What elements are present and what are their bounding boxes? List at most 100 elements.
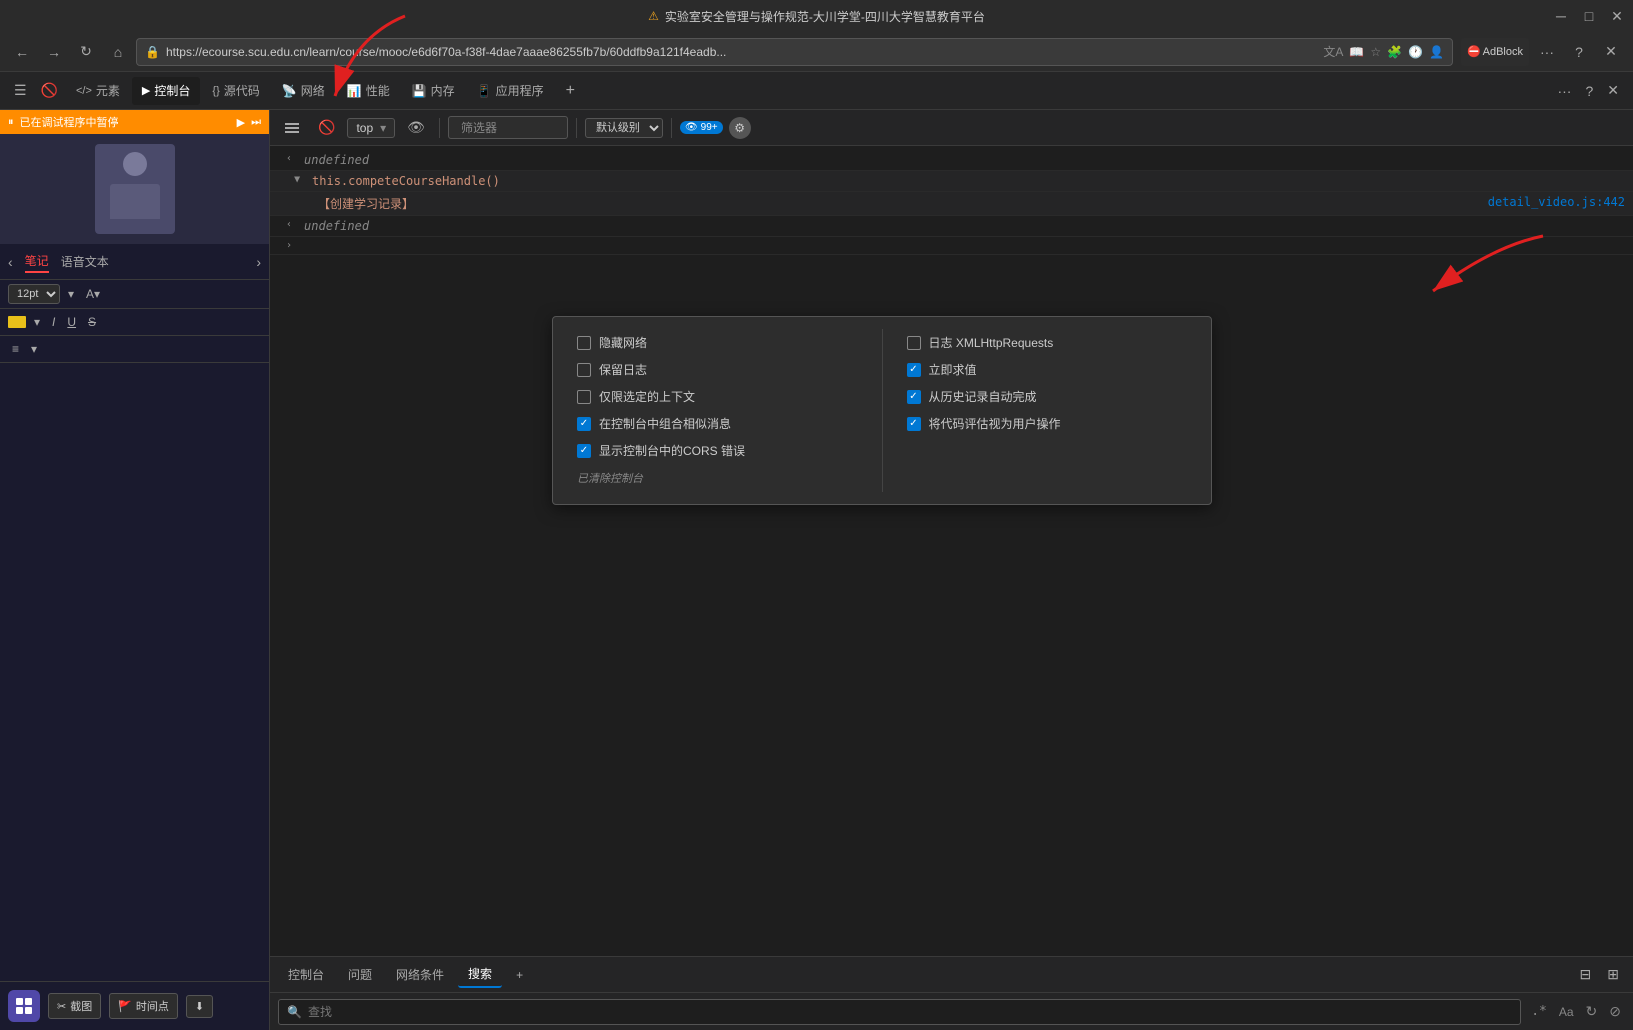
devtools-settings-btn[interactable]: ··· [1551,81,1577,101]
font-dropdown-icon[interactable]: ▾ [64,285,78,303]
devtools-close-btn[interactable]: ✕ [1597,38,1625,66]
tab-memory[interactable]: 💾 内存 [402,77,465,105]
bottom-tab-add[interactable]: + [506,964,533,986]
option-log-xhr[interactable]: 日志 XMLHttpRequests [899,329,1196,356]
highlight-btn[interactable] [8,316,26,328]
panel-resize-btn[interactable]: ⊟ [1574,964,1598,985]
checkbox-hide-network[interactable] [577,336,591,350]
devtools-help-btn[interactable]: ? [1579,81,1599,101]
prohibit-icon[interactable]: 🚫 [35,80,64,101]
favorites-icon[interactable]: ☆ [1370,45,1381,59]
list-btn[interactable]: ≡ [8,340,23,358]
clear-search-btn[interactable]: ⊘ [1605,1001,1625,1022]
back-btn[interactable]: ← [8,38,36,66]
option-cors-errors[interactable]: 显示控制台中的CORS 错误 [569,437,866,464]
checkbox-eager-eval[interactable] [907,363,921,377]
extensions-icon[interactable]: 🧩 [1387,45,1402,59]
refresh-search-btn[interactable]: ↻ [1582,1001,1602,1022]
console-entry-study-record[interactable]: 【创建学习记录】 detail_video.js:442 [270,192,1633,216]
italic-btn[interactable]: I [48,313,59,331]
tab-elements[interactable]: </> 元素 [66,77,130,105]
console-settings-dropdown[interactable]: 隐藏网络 保留日志 仅限选定的上下文 在控制台中组合相似消息 [552,316,1212,505]
expand-arrow-compete[interactable]: ▶ [292,176,303,182]
home-btn[interactable]: ⌂ [104,38,132,66]
tab-application[interactable]: 📱 应用程序 [467,77,554,105]
checkbox-cors-errors[interactable] [577,444,591,458]
checkbox-group-similar[interactable] [577,417,591,431]
nav-next[interactable]: › [256,254,261,270]
refresh-btn[interactable]: ↻ [72,38,100,66]
font-color-btn[interactable]: A▾ [82,285,104,303]
screenshot-btn[interactable]: ✂ 截图 [48,993,101,1019]
tab-performance[interactable]: 📊 性能 [337,77,400,105]
panel-expand-btn[interactable]: ⊞ [1601,964,1625,985]
eye-btn[interactable]: 👁 [401,117,431,138]
console-group-undefined-2[interactable]: ‹ undefined [270,216,1633,237]
option-autocomplete-history[interactable]: 从历史记录自动完成 [899,383,1196,410]
tab-network[interactable]: 📡 网络 [272,77,335,105]
tab-voice-text[interactable]: 语音文本 [61,251,109,272]
apps-icon-btn[interactable] [8,990,40,1022]
more-btn[interactable]: ··· [1533,38,1561,66]
timestamp-btn[interactable]: 🚩 时间点 [109,993,178,1019]
context-selector[interactable]: top ▾ [347,118,395,138]
clear-console-btn[interactable]: 🚫 [312,117,341,138]
profile-icon[interactable]: 👤 [1429,45,1444,59]
source-link[interactable]: detail_video.js:442 [1488,195,1625,209]
log-level-select[interactable]: 默认级别 [585,118,663,138]
search-input-wrap[interactable]: 🔍 [278,999,1521,1025]
filter-input[interactable]: 筛选器 [448,116,568,139]
help-btn[interactable]: ? [1565,38,1593,66]
highlight-dropdown[interactable]: ▾ [30,313,44,331]
strikethrough-btn[interactable]: S [84,313,100,331]
search-input[interactable] [308,1005,1512,1019]
sidebar-left-toggle[interactable] [278,118,306,138]
bottom-tab-console[interactable]: 控制台 [278,962,334,987]
close-btn[interactable]: ✕ [1609,8,1625,25]
tab-add[interactable]: + [556,77,585,105]
minimize-btn[interactable]: ─ [1553,8,1569,25]
console-entry-compete[interactable]: ▶ this.competeCourseHandle() [270,171,1633,192]
case-sensitive-toggle[interactable]: Aa [1555,1003,1578,1021]
bottom-tab-issues[interactable]: 问题 [338,962,382,987]
adblock-btn[interactable]: ⛔ AdBlock [1461,38,1529,66]
translate-icon[interactable]: 文A [1323,43,1343,60]
option-preserve-log[interactable]: 保留日志 [569,356,866,383]
regex-toggle[interactable]: .* [1527,1002,1551,1021]
tab-console[interactable]: ▶ 控制台 [132,77,200,105]
option-eager-eval[interactable]: 立即求值 [899,356,1196,383]
console-expand-row[interactable]: › [270,237,1633,255]
checkbox-log-xhr[interactable] [907,336,921,350]
checkbox-selected-context[interactable] [577,390,591,404]
list-dropdown[interactable]: ▾ [27,340,41,358]
checkbox-preserve-log[interactable] [577,363,591,377]
debug-skip-icon[interactable]: ⏭ [251,116,261,129]
devtools-close[interactable]: ✕ [1601,80,1625,101]
option-user-gesture[interactable]: 将代码评估视为用户操作 [899,410,1196,437]
console-group-undefined-1[interactable]: ‹ undefined [270,150,1633,171]
sidebar-toggle[interactable]: ☰ [8,80,33,101]
checkbox-autocomplete[interactable] [907,390,921,404]
tab-sources[interactable]: {} 源代码 [202,77,269,105]
debug-play-icon[interactable]: ▶ [237,116,245,129]
history-icon[interactable]: 🕐 [1408,45,1423,59]
option-selected-context[interactable]: 仅限选定的上下文 [569,383,866,410]
font-size-select[interactable]: 12pt [8,284,60,304]
maximize-btn[interactable]: □ [1581,8,1597,25]
collapse-arrow-2[interactable]: ‹ [286,219,292,230]
address-bar[interactable]: 🔒 https://ecourse.scu.edu.cn/learn/cours… [136,38,1453,66]
expand-standalone[interactable]: › [286,240,292,251]
option-group-similar[interactable]: 在控制台中组合相似消息 [569,410,866,437]
nav-prev[interactable]: ‹ [8,254,13,270]
forward-btn[interactable]: → [40,38,68,66]
tab-notes[interactable]: 笔记 [25,250,49,273]
underline-btn[interactable]: U [63,313,80,331]
download-btn[interactable]: ⬇ [186,995,213,1018]
bottom-tab-search[interactable]: 搜索 [458,961,502,988]
read-mode-icon[interactable]: 📖 [1349,45,1364,59]
bottom-tab-network-conditions[interactable]: 网络条件 [386,962,454,987]
collapse-arrow-1[interactable]: ‹ [286,153,292,164]
checkbox-user-gesture[interactable] [907,417,921,431]
console-settings-btn[interactable]: ⚙ [729,117,751,139]
option-hide-network[interactable]: 隐藏网络 [569,329,866,356]
